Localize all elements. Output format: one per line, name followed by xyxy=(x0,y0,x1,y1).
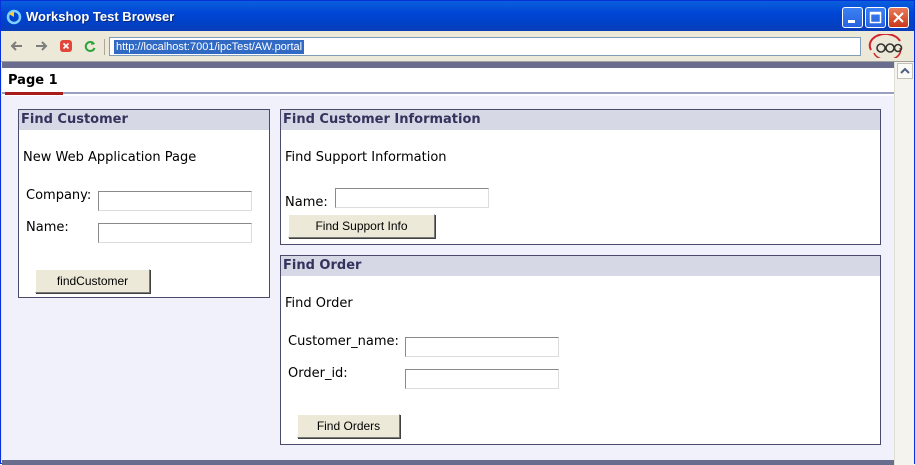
close-button[interactable] xyxy=(888,7,909,28)
find-customer-button[interactable]: findCustomer xyxy=(35,269,150,293)
browser-window: Workshop Test Browser http://localhost:7… xyxy=(0,0,915,465)
order-customer-name-label: Customer_name: xyxy=(288,334,399,349)
title-bar[interactable]: Workshop Test Browser xyxy=(1,1,914,31)
portal-header-band xyxy=(2,62,894,68)
company-input[interactable] xyxy=(98,191,252,211)
address-bar[interactable]: http://localhost:7001/ipcTest/AW.portal xyxy=(109,37,861,56)
address-url: http://localhost:7001/ipcTest/AW.portal xyxy=(114,40,305,54)
find-order-intro: Find Order xyxy=(285,296,353,311)
portal-page: Page 1 Find Customer New Web Application… xyxy=(2,62,894,465)
find-customer-information-portlet: Find Customer Information Find Support I… xyxy=(280,109,881,245)
minimize-icon xyxy=(848,20,855,23)
find-orders-button[interactable]: Find Orders xyxy=(297,414,400,438)
find-customer-intro: New Web Application Page xyxy=(23,150,197,165)
back-arrow-icon[interactable] xyxy=(10,39,24,53)
portal-footer-band xyxy=(2,460,894,465)
customer-name-label: Name: xyxy=(26,220,69,235)
support-name-label: Name: xyxy=(285,195,328,210)
find-support-info-button[interactable]: Find Support Info xyxy=(288,214,435,238)
customer-name-input[interactable] xyxy=(98,223,252,243)
close-icon xyxy=(893,12,904,23)
refresh-icon[interactable] xyxy=(83,39,97,53)
stop-icon[interactable] xyxy=(59,39,73,53)
maximize-icon xyxy=(869,11,882,24)
order-customer-name-input[interactable] xyxy=(405,337,559,357)
scroll-up-button[interactable] xyxy=(897,63,913,79)
order-id-input[interactable] xyxy=(405,369,559,389)
find-customer-information-title: Find Customer Information xyxy=(281,110,880,130)
find-support-intro: Find Support Information xyxy=(285,150,447,165)
forward-arrow-icon[interactable] xyxy=(34,39,48,53)
vertical-scrollbar[interactable] xyxy=(894,62,914,465)
active-tab-indicator xyxy=(5,92,63,95)
chevron-up-icon xyxy=(900,67,910,74)
tab-underline xyxy=(2,92,894,94)
find-order-title: Find Order xyxy=(281,256,880,276)
bea-logo-icon xyxy=(868,34,903,58)
support-name-input[interactable] xyxy=(335,188,489,208)
minimize-button[interactable] xyxy=(842,7,863,28)
company-label: Company: xyxy=(26,188,92,203)
browser-icon xyxy=(6,9,22,25)
tab-page-1[interactable]: Page 1 xyxy=(8,73,58,88)
find-customer-portlet: Find Customer New Web Application Page C… xyxy=(18,109,270,298)
navigation-toolbar: http://localhost:7001/ipcTest/AW.portal xyxy=(1,31,914,62)
find-customer-title: Find Customer xyxy=(19,110,269,130)
order-id-label: Order_id: xyxy=(288,366,348,381)
toolbar-separator xyxy=(104,39,105,55)
find-order-portlet: Find Order Find Order Customer_name: Ord… xyxy=(280,255,881,445)
maximize-button[interactable] xyxy=(865,7,886,28)
window-title: Workshop Test Browser xyxy=(26,9,175,24)
